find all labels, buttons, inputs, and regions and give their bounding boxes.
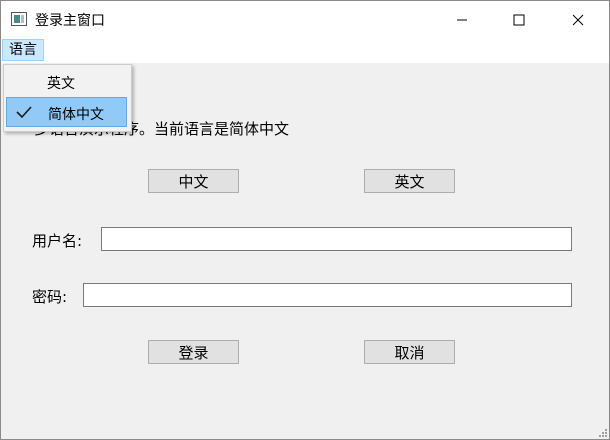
minimize-icon bbox=[457, 19, 467, 20]
title-bar[interactable]: 登录主窗口 bbox=[1, 1, 609, 38]
english-button[interactable]: 英文 bbox=[364, 169, 455, 193]
window-title: 登录主窗口 bbox=[35, 13, 105, 29]
menu-item-label: 简体中文 bbox=[48, 107, 104, 123]
main-window: 登录主窗口 语言 多语言演示程序。当前语言是简体中文 中文 英文 用户名: 密码… bbox=[0, 0, 610, 440]
menu-bar: 语言 bbox=[1, 38, 609, 63]
resize-grip-icon[interactable] bbox=[597, 427, 607, 437]
username-input[interactable] bbox=[101, 227, 572, 251]
checkmark-icon bbox=[16, 106, 32, 119]
maximize-button[interactable] bbox=[496, 1, 542, 38]
cancel-button[interactable]: 取消 bbox=[364, 340, 455, 364]
window-app-icon bbox=[11, 12, 27, 26]
language-menu[interactable]: 语言 bbox=[2, 39, 44, 61]
close-button[interactable] bbox=[555, 1, 601, 38]
close-icon bbox=[572, 14, 584, 25]
menu-item-english[interactable]: 英文 bbox=[6, 67, 127, 97]
minimize-button[interactable] bbox=[439, 1, 485, 38]
menu-item-label: 英文 bbox=[47, 76, 75, 92]
username-label: 用户名: bbox=[32, 232, 83, 250]
maximize-icon bbox=[513, 14, 525, 25]
language-dropdown: 英文 简体中文 bbox=[3, 64, 132, 132]
password-input[interactable] bbox=[83, 283, 572, 307]
chinese-button[interactable]: 中文 bbox=[148, 169, 239, 193]
password-label: 密码: bbox=[32, 288, 68, 306]
login-button[interactable]: 登录 bbox=[148, 340, 239, 364]
menu-item-simplified-chinese[interactable]: 简体中文 bbox=[6, 97, 127, 127]
